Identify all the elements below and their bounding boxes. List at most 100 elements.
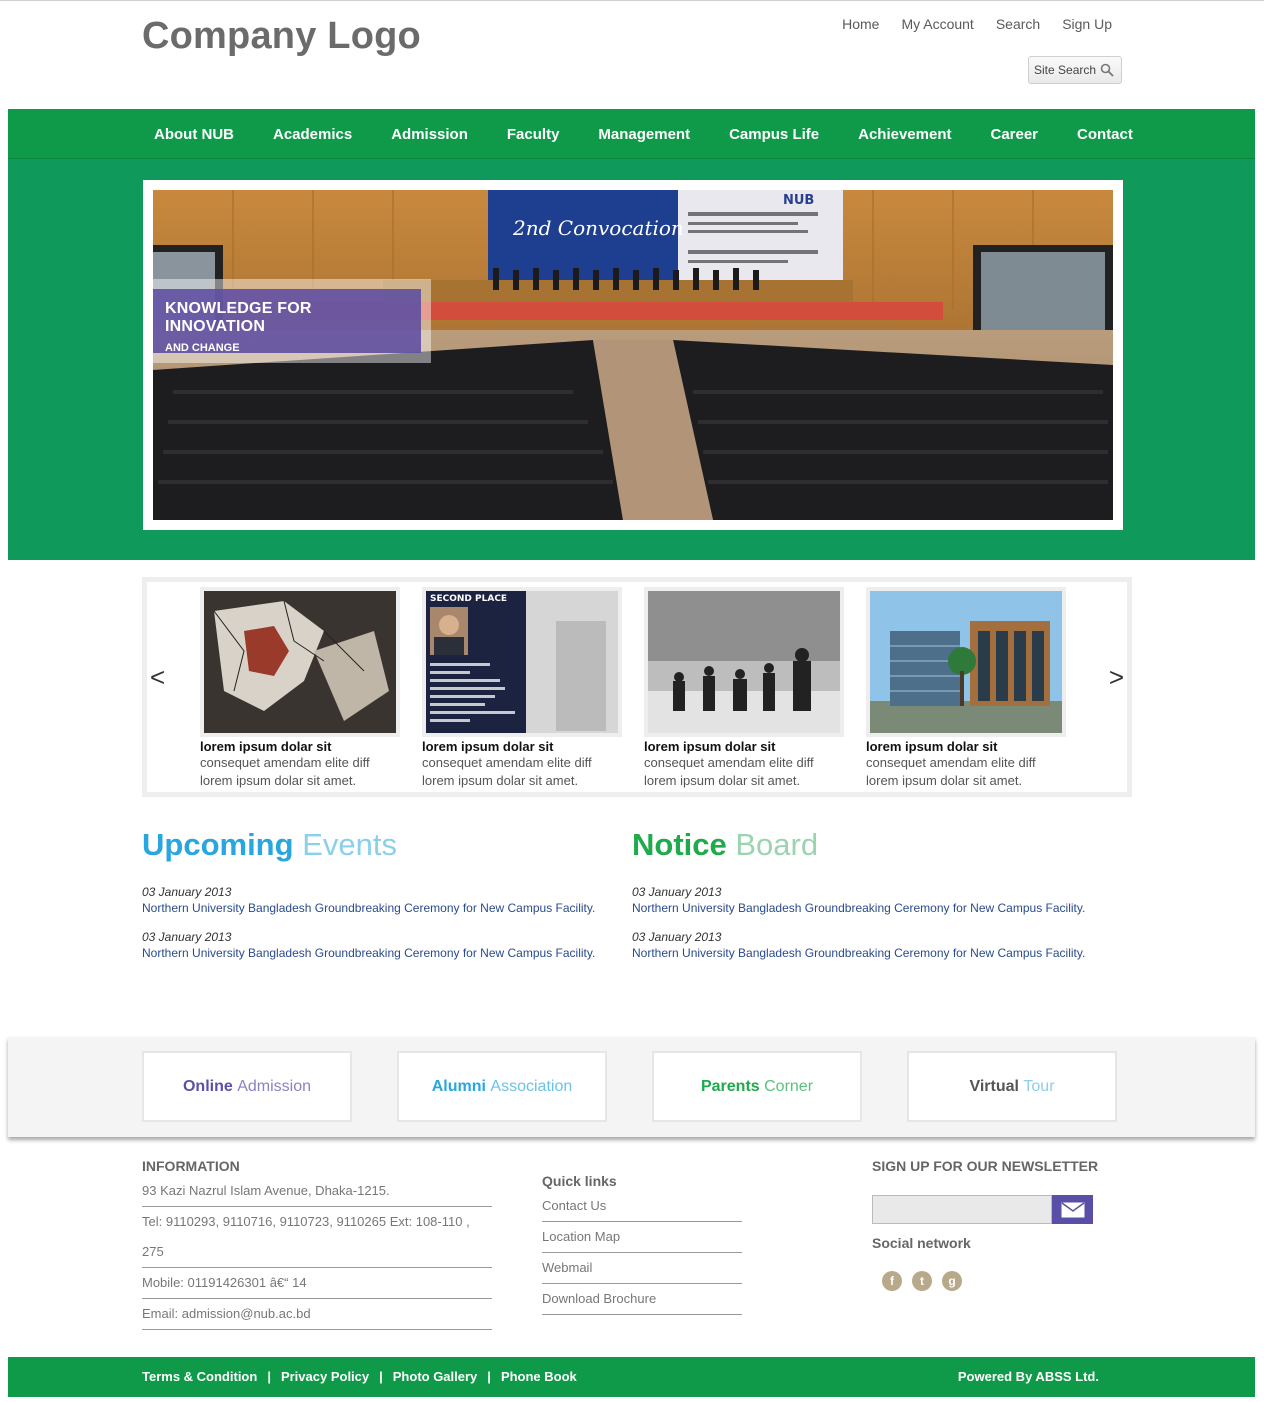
carousel-item-title: lorem ipsum dolar sit [200, 739, 332, 754]
top-nav: Home My Account Search Sign Up [842, 16, 1112, 32]
qbox-light: Association [490, 1077, 573, 1095]
bottom-links: Terms & Condition | Privacy Policy | Pho… [142, 1369, 577, 1384]
main-nav: About NUB Academics Admission Faculty Ma… [8, 109, 1255, 159]
bottom-separator: | [379, 1369, 383, 1384]
carousel-image: SECOND PLACE [426, 591, 618, 733]
news-carousel: < > lorem ipsum dolar sit consequet amen… [142, 577, 1132, 797]
nav-item-academics[interactable]: Academics [273, 126, 352, 143]
carousel-item-title: lorem ipsum dolar sit [866, 739, 998, 754]
nav-item-management[interactable]: Management [598, 126, 690, 143]
info-tel-ext: 275 [142, 1244, 492, 1268]
googleplus-icon[interactable]: g [942, 1271, 962, 1291]
site-search-label: Site Search [1034, 63, 1097, 77]
qbox-strong: Virtual [969, 1077, 1019, 1095]
top-link-search[interactable]: Search [996, 16, 1040, 32]
hero-banner-brand: NUB [783, 193, 814, 208]
carousel-item[interactable]: SECOND PLACE lorem ipsum dolar sit conse… [422, 587, 622, 790]
carousel-item[interactable]: lorem ipsum dolar sit consequet amendam … [200, 587, 400, 790]
carousel-prev-button[interactable]: < [150, 662, 165, 693]
notice-item[interactable]: 03 January 2013 Northern University Bang… [632, 930, 1085, 960]
bottom-link-terms[interactable]: Terms & Condition [142, 1369, 257, 1384]
newsletter-email-input[interactable] [872, 1195, 1052, 1224]
carousel-item-desc: consequet amendam elite diff [422, 755, 592, 770]
carousel-thumbnail[interactable] [200, 587, 400, 737]
twitter-icon[interactable]: t [912, 1271, 932, 1291]
quick-links-heading: Quick links [542, 1173, 617, 1189]
quick-link-webmail[interactable]: Webmail [542, 1253, 742, 1284]
alumni-association-button[interactable]: Alumni Association [397, 1051, 607, 1122]
notice-date: 03 January 2013 [632, 885, 722, 899]
qbox-strong: Parents [700, 1077, 760, 1095]
hero-caption-title: KNOWLEDGE FOR INNOVATION [165, 300, 312, 335]
qbox-light: Tour [1023, 1077, 1055, 1095]
nav-item-achievement[interactable]: Achievement [858, 126, 951, 143]
event-date: 03 January 2013 [142, 885, 232, 899]
bottom-link-privacy[interactable]: Privacy Policy [281, 1369, 369, 1384]
bottom-link-phone-book[interactable]: Phone Book [501, 1369, 577, 1384]
carousel-item-desc: lorem ipsum dolar sit amet. [422, 773, 579, 788]
facebook-icon[interactable]: f [882, 1271, 902, 1291]
carousel-thumbnail[interactable] [644, 587, 844, 737]
site-search-input[interactable]: Site Search [1028, 56, 1122, 84]
notice-date: 03 January 2013 [632, 930, 722, 944]
quick-link-download-brochure[interactable]: Download Brochure [542, 1284, 742, 1315]
info-tel: Tel: 9110293, 9110716, 9110723, 9110265 … [142, 1214, 470, 1229]
notice-item[interactable]: 03 January 2013 Northern University Bang… [632, 885, 1085, 915]
carousel-next-button[interactable]: > [1109, 662, 1124, 693]
page: Company Logo Home My Account Search Sign… [0, 0, 1264, 1402]
qbox-light: Corner [764, 1077, 814, 1095]
nav-item-admission[interactable]: Admission [391, 126, 468, 143]
carousel-item-title: lorem ipsum dolar sit [644, 739, 776, 754]
events-title-strong: Upcoming [142, 827, 294, 862]
nav-item-career[interactable]: Career [990, 126, 1038, 143]
qbox-light: Admission [237, 1077, 312, 1095]
carousel-item-desc: lorem ipsum dolar sit amet. [644, 773, 801, 788]
carousel-item-desc: lorem ipsum dolar sit amet. [200, 773, 357, 788]
search-icon[interactable] [1100, 63, 1114, 77]
event-item[interactable]: 03 January 2013 Northern University Bang… [142, 930, 595, 960]
carousel-item-title: lorem ipsum dolar sit [422, 739, 554, 754]
quick-link-location-map[interactable]: Location Map [542, 1222, 742, 1253]
qbox-strong: Online [182, 1077, 233, 1095]
info-heading: INFORMATION [142, 1158, 240, 1174]
events-title: Upcoming Events [142, 827, 397, 863]
notice-link[interactable]: Northern University Bangladesh Groundbre… [632, 946, 1085, 960]
virtual-tour-button[interactable]: Virtual Tour [907, 1051, 1117, 1122]
carousel-item-badge: SECOND PLACE [430, 594, 507, 604]
carousel-thumbnail[interactable] [866, 587, 1066, 737]
notice-title-light: Board [735, 827, 819, 862]
company-logo[interactable]: Company Logo [142, 15, 421, 58]
event-link[interactable]: Northern University Bangladesh Groundbre… [142, 901, 595, 915]
nav-item-campus-life[interactable]: Campus Life [729, 126, 819, 143]
notice-title: Notice Board [632, 827, 818, 863]
nav-item-contact[interactable]: Contact [1077, 126, 1133, 143]
mail-icon [1061, 1201, 1084, 1217]
top-link-home[interactable]: Home [842, 16, 879, 32]
powered-by: Powered By ABSS Ltd. [957, 1369, 1099, 1384]
newsletter-submit-button[interactable] [1052, 1195, 1093, 1224]
top-link-sign-up[interactable]: Sign Up [1062, 16, 1112, 32]
carousel-item[interactable]: lorem ipsum dolar sit consequet amendam … [644, 587, 844, 790]
bottom-separator: | [487, 1369, 491, 1384]
hero-banner-event: 2nd Convocation [512, 216, 684, 240]
hero-caption: KNOWLEDGE FOR INNOVATION AND CHANGE [153, 289, 421, 354]
carousel-thumbnail[interactable]: SECOND PLACE [422, 587, 622, 737]
top-link-my-account[interactable]: My Account [901, 16, 973, 32]
carousel-item[interactable]: lorem ipsum dolar sit consequet amendam … [866, 587, 1066, 790]
parents-corner-button[interactable]: Parents Corner [652, 1051, 862, 1122]
carousel-image [648, 591, 840, 733]
online-admission-button[interactable]: Online Admission [142, 1051, 352, 1122]
bottom-link-photo-gallery[interactable]: Photo Gallery [393, 1369, 478, 1384]
nav-item-about-nub[interactable]: About NUB [154, 126, 234, 143]
info-email: Email: admission@nub.ac.bd [142, 1306, 492, 1330]
nav-item-faculty[interactable]: Faculty [507, 126, 560, 143]
notice-link[interactable]: Northern University Bangladesh Groundbre… [632, 901, 1085, 915]
event-date: 03 January 2013 [142, 930, 232, 944]
info-mobile: Mobile: 01191426301 â€“ 14 [142, 1275, 492, 1299]
carousel-item-desc: consequet amendam elite diff [644, 755, 814, 770]
quick-link-contact-us[interactable]: Contact Us [542, 1191, 742, 1222]
event-item[interactable]: 03 January 2013 Northern University Bang… [142, 885, 595, 915]
bottom-separator: | [267, 1369, 271, 1384]
qbox-strong: Alumni [431, 1077, 486, 1095]
event-link[interactable]: Northern University Bangladesh Groundbre… [142, 946, 595, 960]
